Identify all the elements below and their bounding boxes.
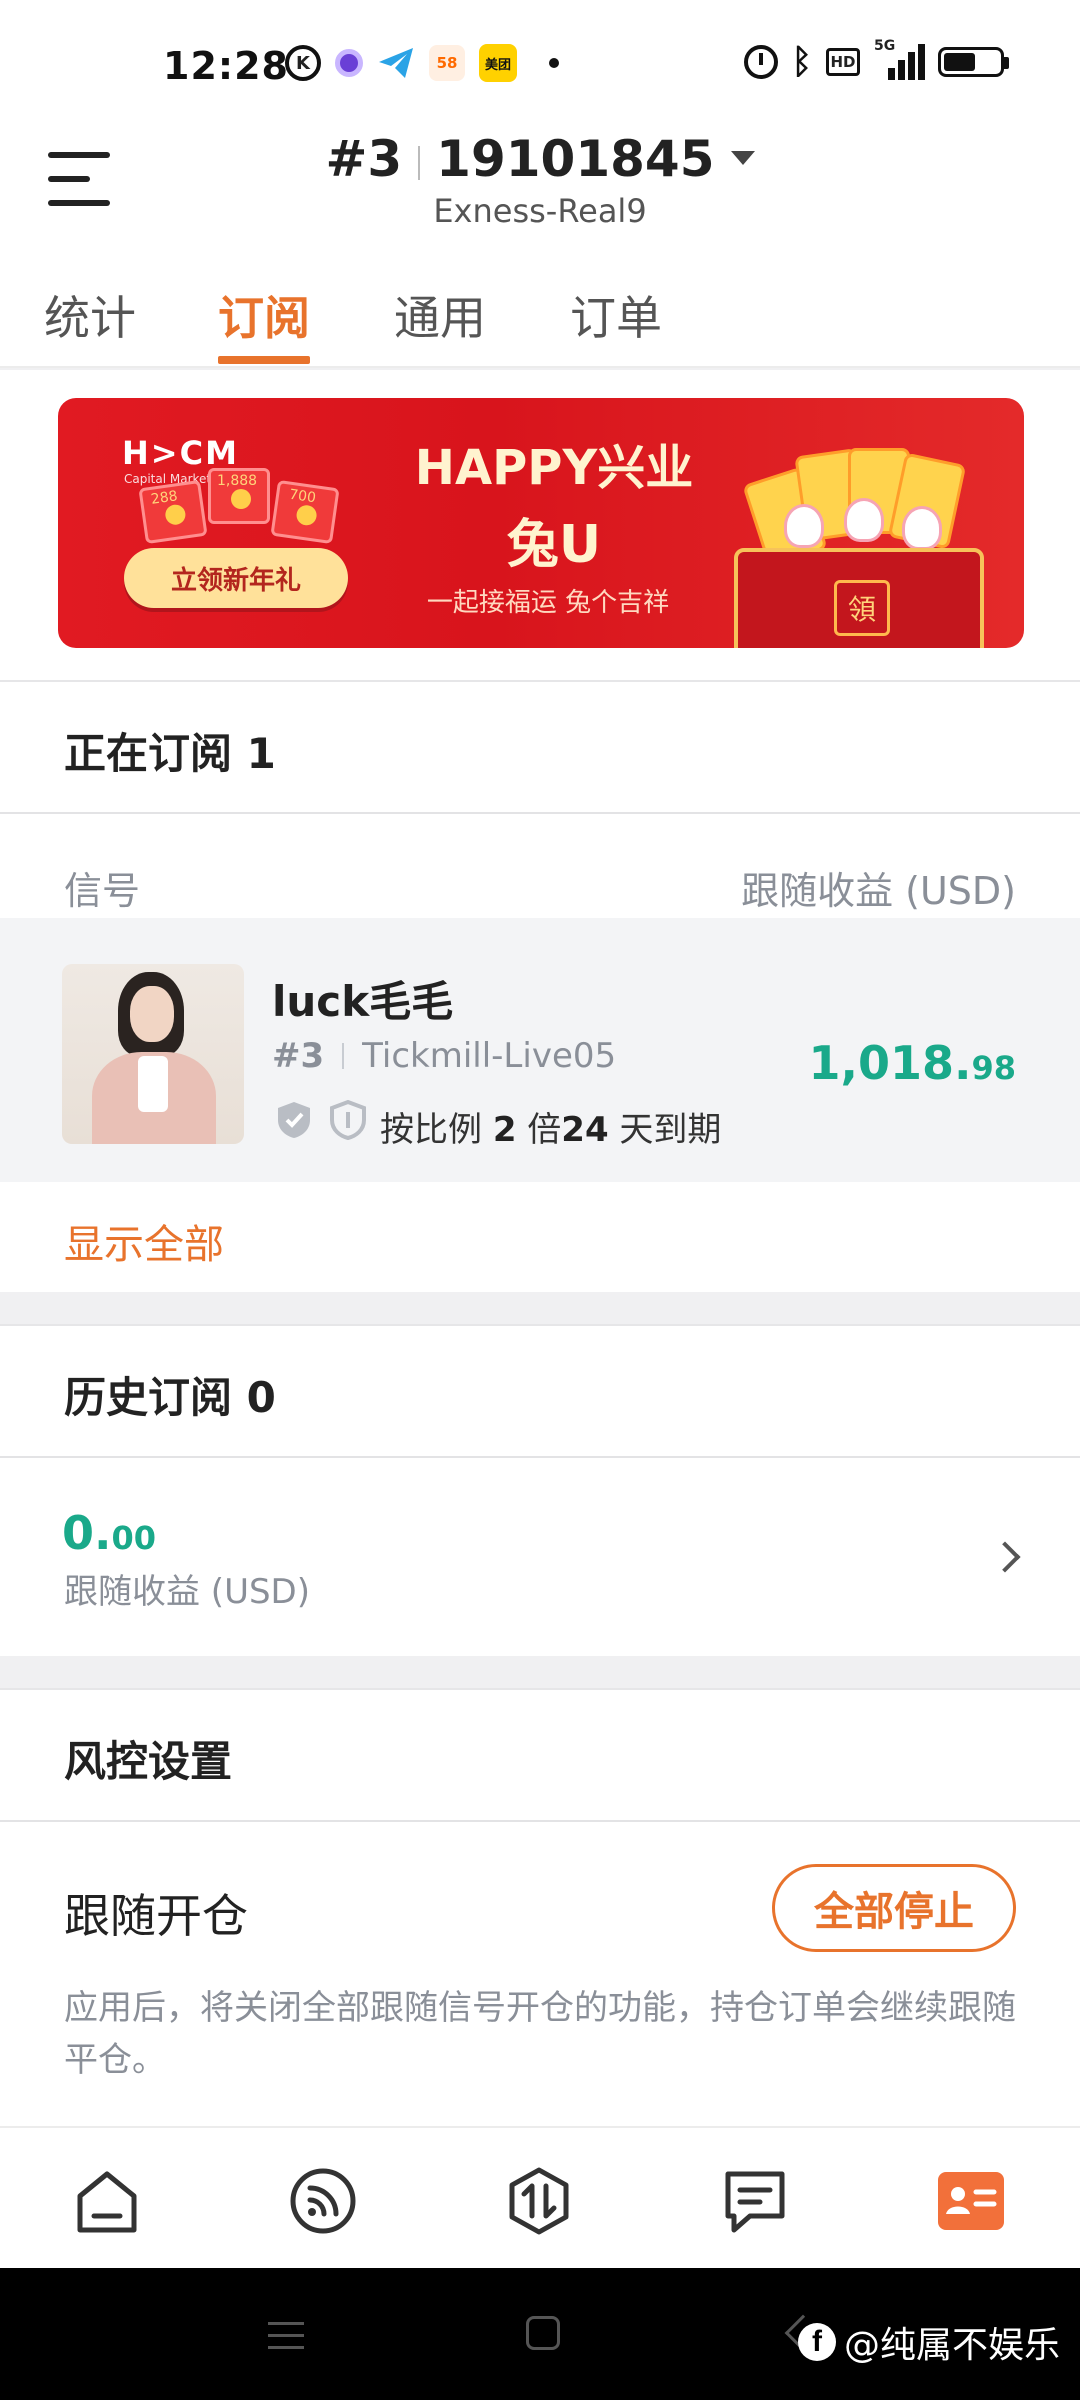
current-subscriptions-title: 正在订阅 1 (64, 729, 276, 778)
account-number: 19101845 (436, 130, 715, 188)
signal-meta: #3 Tickmill-Live05 (272, 1036, 616, 1076)
chevron-right-icon[interactable] (989, 1541, 1021, 1573)
column-header-signal: 信号 (64, 869, 141, 913)
stop-all-button[interactable]: 全部停止 (772, 1864, 1016, 1952)
signal-feed-icon[interactable] (288, 2166, 358, 2236)
bluetooth-icon: ᛒ (791, 42, 812, 82)
subscription-profit: 1,018.98 (808, 1036, 1016, 1090)
tab-general[interactable]: 通用 (394, 282, 486, 348)
account-card-icon[interactable] (936, 2166, 1006, 2236)
subscription-terms: 按比例 2 倍24 天到期 (380, 1110, 722, 1150)
hd-icon: HD (826, 48, 860, 76)
home-icon[interactable] (72, 2166, 142, 2236)
banner-cards-illustration (742, 444, 978, 568)
history-profit-value: 0.00 (62, 1506, 157, 1560)
meituan-app-icon: 美团 (479, 44, 517, 82)
subscription-row[interactable]: luck毛毛 #3 Tickmill-Live05 按比例 2 倍24 天到期 … (0, 918, 1080, 1182)
divider (0, 812, 1080, 814)
banner-area: H>CM Capital Markets 288 1,888 700 立领新年礼… (0, 370, 1080, 680)
signal-rank: #3 (272, 1036, 325, 1076)
show-all-link[interactable]: 显示全部 (64, 1212, 224, 1270)
recent-apps-icon[interactable] (268, 2320, 304, 2350)
gift-box-illustration: 領 (734, 548, 984, 648)
divider (0, 1820, 1080, 1822)
signal-badges (276, 1100, 366, 1140)
history-subscriptions-card: 历史订阅 0 0.00 跟随收益 (USD) (0, 1324, 1080, 1656)
caret-down-icon (730, 150, 755, 165)
banner-headline-2: 兔U (506, 515, 602, 575)
status-right-icons: ᛒ HD 5G (743, 38, 1009, 82)
risk-settings-title: 风控设置 (64, 1737, 233, 1786)
58-app-icon: 58 (429, 45, 465, 81)
banner-logo: H>CM (122, 434, 239, 472)
watermark: f @纯属不娱乐 (798, 2318, 1060, 2366)
column-header-profit: 跟随收益 (USD) (741, 869, 1016, 913)
red-envelope-icon: 700 (270, 479, 340, 545)
alarm-icon (743, 45, 778, 79)
tab-statistics[interactable]: 统计 (44, 282, 136, 348)
banner-cta-button[interactable]: 立领新年礼 (124, 548, 348, 608)
history-subscriptions-title: 历史订阅 0 (64, 1373, 276, 1422)
purple-app-icon (335, 49, 363, 77)
verified-shield-icon (278, 1102, 310, 1138)
account-selector[interactable]: #3 19101845 (0, 130, 1080, 188)
banner-slogan: 一起接福运 兔个吉祥 (426, 588, 670, 618)
tab-bar: 统计 订阅 通用 订单 (0, 240, 1080, 368)
signal-name: luck毛毛 (272, 977, 454, 1026)
banner-headline-1: HAPPY兴业 (414, 440, 694, 496)
active-tab-indicator (218, 356, 310, 364)
tab-orders[interactable]: 订单 (570, 282, 662, 348)
signal-server: Tickmill-Live05 (362, 1036, 617, 1076)
battery-icon (938, 47, 1009, 77)
risk-shield-icon (330, 1100, 366, 1140)
bottom-navigation (0, 2126, 1080, 2268)
5g-signal-icon: 5G (874, 38, 925, 80)
account-prefix: #3 (325, 130, 403, 188)
telegram-icon (379, 48, 413, 78)
trade-icon[interactable] (504, 2166, 574, 2236)
risk-description: 应用后，将关闭全部跟随信号开仓的功能，持仓订单会继续跟随平仓。 (64, 1988, 1016, 2080)
divider (0, 1456, 1080, 1458)
k-app-icon: K (285, 45, 321, 81)
follow-open-label: 跟随开仓 (64, 1889, 248, 1943)
notification-dot-icon (549, 58, 559, 68)
box-seal-char: 領 (834, 580, 890, 636)
facebook-icon: f (798, 2323, 836, 2361)
status-bar: 12:28 K 58 美团 ᛒ HD 5G (0, 0, 1080, 130)
network-type-label: 5G (874, 38, 896, 54)
history-profit-label: 跟随收益 (USD) (64, 1572, 310, 1612)
message-icon[interactable] (720, 2166, 790, 2236)
app-header: #3 19101845 Exness-Real9 (0, 130, 1080, 240)
risk-settings-card: 风控设置 跟随开仓 全部停止 应用后，将关闭全部跟随信号开仓的功能，持仓订单会继… (0, 1688, 1080, 2128)
status-left-icons: K 58 美团 (285, 44, 559, 82)
tab-subscriptions[interactable]: 订阅 (218, 282, 310, 348)
status-time: 12:28 (163, 44, 289, 88)
red-envelope-icon: 288 (138, 479, 208, 545)
red-envelope-icon: 1,888 (208, 468, 270, 524)
watermark-text: @纯属不娱乐 (844, 2325, 1061, 2366)
account-server: Exness-Real9 (433, 192, 647, 230)
signal-avatar (62, 964, 244, 1144)
promo-banner[interactable]: H>CM Capital Markets 288 1,888 700 立领新年礼… (58, 398, 1024, 648)
home-button-icon[interactable] (526, 2316, 560, 2350)
